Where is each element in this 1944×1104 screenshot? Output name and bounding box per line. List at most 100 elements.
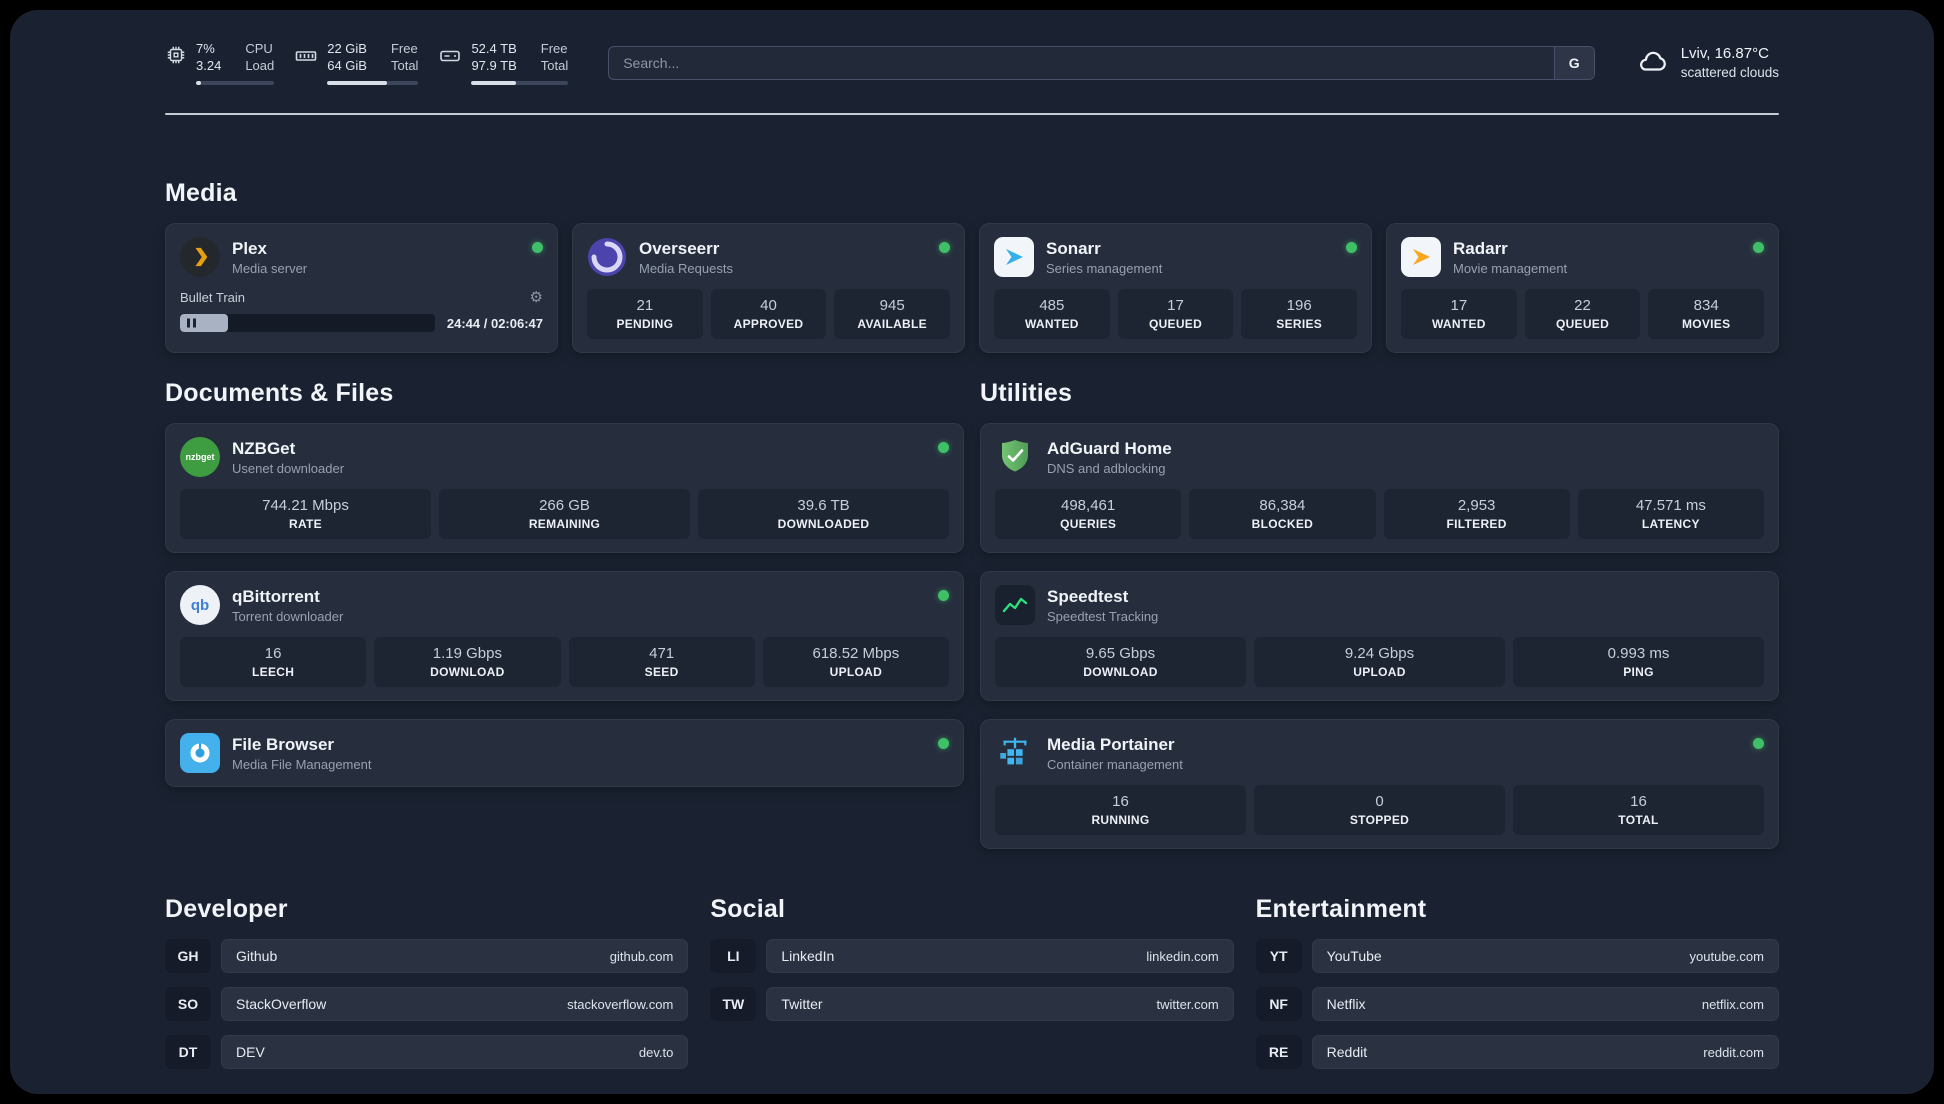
bookmark-url: github.com	[609, 948, 674, 964]
app-desc: DNS and adblocking	[1047, 460, 1166, 476]
search-bar: G	[608, 46, 1595, 80]
app-desc: Torrent downloader	[232, 608, 344, 624]
stat-label: WANTED	[1431, 317, 1486, 331]
stat-value: 22	[1574, 297, 1591, 314]
stat-tile: 9.65 Gbps DOWNLOAD	[995, 637, 1246, 687]
stat-tile: 471 SEED	[568, 637, 755, 687]
stat-value: 39.6 TB	[797, 497, 850, 514]
app-name: File Browser	[232, 734, 335, 754]
app-card-qbittorrent[interactable]: qb qBittorrent Torrent downloader 16 LEEC…	[165, 571, 964, 701]
stat-tile: 0 STOPPED	[1254, 785, 1505, 835]
app-card-plex[interactable]: Plex Media server Bullet Train ⚙ 24:44 /…	[165, 223, 558, 353]
app-name: NZBGet	[232, 438, 296, 458]
stat-value: 0	[1375, 793, 1384, 810]
bookmark-linkedin[interactable]: LI LinkedIn linkedin.com	[710, 939, 1234, 973]
section-documents: Documents & Files nzbget NZBGet Usenet d…	[165, 379, 964, 849]
bookmark-name: Reddit	[1326, 1044, 1368, 1060]
status-dot	[938, 442, 949, 453]
section-media: Media Plex Media server Bullet Train ⚙ 2…	[165, 179, 1779, 353]
search-engine-button[interactable]: G	[1553, 47, 1594, 79]
section-title-documents: Documents & Files	[165, 379, 394, 407]
bookmark-abbr: TW	[710, 987, 757, 1021]
stat-value: 0.993 ms	[1607, 645, 1670, 662]
stat-tile: 17 QUEUED	[1117, 289, 1234, 339]
qbittorrent-icon: qb	[180, 585, 220, 625]
bookmark-github[interactable]: GH Github github.com	[165, 939, 689, 973]
weather-widget[interactable]: Lviv, 16.87°C scattered clouds	[1635, 44, 1779, 83]
stat-label: MOVIES	[1681, 317, 1731, 331]
app-name: Speedtest	[1047, 586, 1129, 606]
section-title-utilities: Utilities	[980, 379, 1073, 407]
bookmark-column-developer: Developer GH Github github.com SO StackOv…	[165, 895, 689, 1069]
stat-tile: 21 PENDING	[587, 289, 703, 339]
disk-icon	[438, 44, 462, 68]
weather-condition: scattered clouds	[1680, 65, 1779, 81]
bookmark-abbr: GH	[165, 939, 211, 973]
stat-value: 2,953	[1457, 497, 1496, 514]
stat-value: 40	[760, 297, 777, 314]
bookmark-name: Twitter	[781, 996, 823, 1012]
section-title-social: Social	[710, 895, 786, 923]
stat-value: 47.571 ms	[1635, 497, 1706, 514]
stat-label: LEECH	[252, 665, 295, 679]
stat-label: WANTED	[1024, 317, 1079, 331]
stat-tile: 17 WANTED	[1401, 289, 1517, 339]
stat-label: TOTAL	[1618, 813, 1659, 827]
bookmark-reddit[interactable]: RE Reddit reddit.com	[1255, 1035, 1779, 1069]
bookmark-url: netflix.com	[1701, 996, 1764, 1012]
search-input[interactable]	[609, 47, 1554, 79]
section-utilities: Utilities AdGuard Home DNS and adblockin…	[980, 379, 1779, 849]
app-name: Overseerr	[639, 238, 720, 258]
bookmark-netflix[interactable]: NF Netflix netflix.com	[1255, 987, 1779, 1021]
stat-value: 1.19 Gbps	[432, 645, 502, 662]
app-card-speedtest[interactable]: Speedtest Speedtest Tracking 9.65 Gbps DO…	[980, 571, 1779, 701]
stat-label: RATE	[289, 517, 322, 531]
bookmark-abbr: SO	[165, 987, 211, 1021]
section-title-media: Media	[165, 179, 237, 207]
playback-progress-bar[interactable]	[180, 314, 435, 332]
stat-tile: 86,384 BLOCKED	[1189, 489, 1376, 539]
cpu-progress-fill	[196, 80, 202, 85]
stat-label: DOWNLOADED	[777, 517, 870, 531]
bookmark-twitter[interactable]: TW Twitter twitter.com	[710, 987, 1234, 1021]
stat-tile: 16 RUNNING	[995, 785, 1246, 835]
ram-stat: 22 GiB 64 GiB Free Total	[294, 41, 419, 85]
pause-icon[interactable]	[187, 318, 196, 328]
bookmark-abbr: LI	[710, 939, 757, 973]
ram-free: 22 GiB	[327, 41, 367, 57]
status-dot	[939, 242, 950, 253]
stat-tile: 40 APPROVED	[710, 289, 827, 339]
bookmark-dev[interactable]: DT DEV dev.to	[165, 1035, 689, 1069]
nzbget-icon: nzbget	[180, 437, 220, 477]
cloud-icon	[1635, 44, 1669, 83]
app-card-sonarr[interactable]: Sonarr Series management 485 WANTED 17 QUE…	[979, 223, 1372, 353]
bookmark-youtube[interactable]: YT YouTube youtube.com	[1255, 939, 1779, 973]
stat-label: UPLOAD	[1353, 665, 1406, 679]
stat-value: 471	[649, 645, 675, 662]
app-card-adguard[interactable]: AdGuard Home DNS and adblocking 498,461 Q…	[980, 423, 1779, 553]
bookmark-stackoverflow[interactable]: SO StackOverflow stackoverflow.com	[165, 987, 689, 1021]
bookmark-name: YouTube	[1326, 948, 1382, 964]
cpu-load-value: 3.24	[196, 58, 222, 73]
bookmark-name: Github	[236, 948, 278, 964]
stat-value: 17	[1167, 297, 1184, 314]
app-desc: Container management	[1047, 756, 1183, 772]
stat-value: 9.65 Gbps	[1085, 645, 1156, 662]
app-card-nzbget[interactable]: nzbget NZBGet Usenet downloader 744.21 M…	[165, 423, 964, 553]
portainer-icon	[995, 733, 1035, 773]
stat-label: AVAILABLE	[857, 317, 927, 331]
disk-label-top: Free	[540, 41, 568, 57]
stat-value: 196	[1286, 297, 1312, 314]
app-card-portainer[interactable]: Media Portainer Container management 16 R…	[980, 719, 1779, 849]
plex-icon	[180, 237, 220, 277]
adguard-icon	[995, 437, 1035, 477]
bookmark-url: twitter.com	[1156, 996, 1219, 1012]
app-card-overseerr[interactable]: Overseerr Media Requests 21 PENDING 40 APP…	[572, 223, 965, 353]
app-card-filebrowser[interactable]: File Browser Media File Management	[165, 719, 964, 787]
app-card-radarr[interactable]: Radarr Movie management 17 WANTED 22 QUEUE…	[1386, 223, 1779, 353]
app-name: Radarr	[1453, 238, 1508, 258]
stat-tile: 196 SERIES	[1241, 289, 1358, 339]
gear-icon[interactable]: ⚙	[530, 288, 543, 306]
status-dot	[532, 242, 543, 253]
stat-tile: 9.24 Gbps UPLOAD	[1254, 637, 1505, 687]
